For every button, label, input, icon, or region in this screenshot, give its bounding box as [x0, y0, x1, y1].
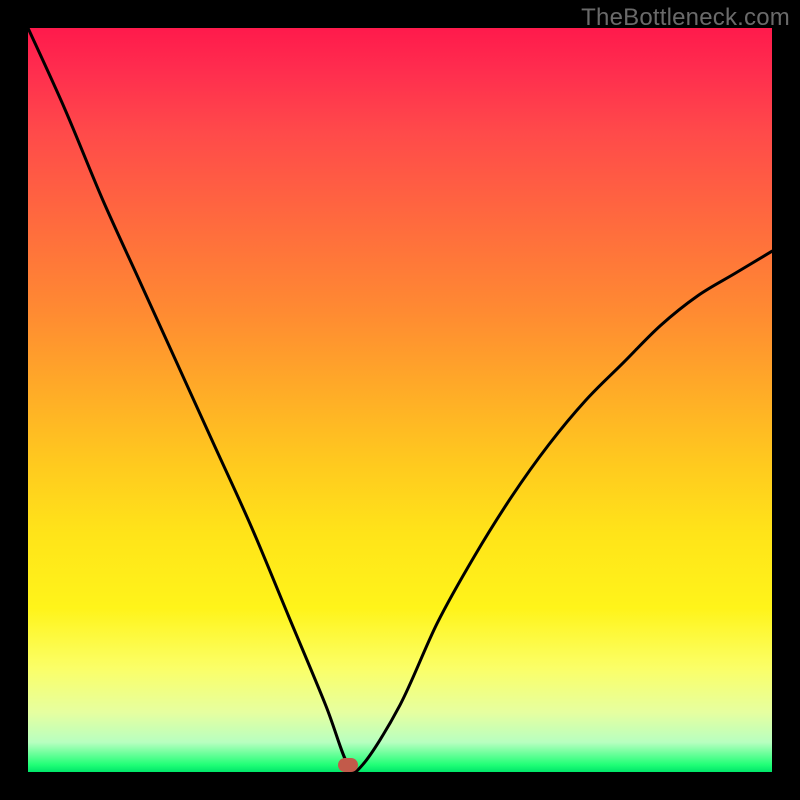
curve-svg — [28, 28, 772, 772]
bottleneck-curve-path — [28, 28, 772, 772]
chart-frame: TheBottleneck.com — [0, 0, 800, 800]
chart-plot-area — [28, 28, 772, 772]
minimum-marker — [338, 758, 358, 772]
